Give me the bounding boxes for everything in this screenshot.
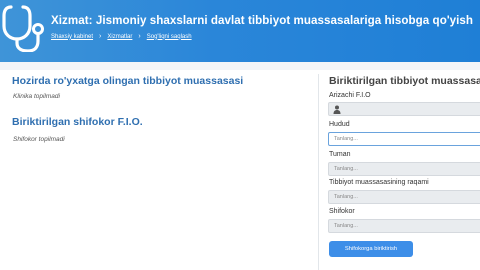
user-icon bbox=[333, 105, 341, 114]
breadcrumb: Shaxsiy kabinet › Xizmatlar › Sog'liqni … bbox=[51, 33, 192, 40]
breadcrumb-item-services[interactable]: Xizmatlar bbox=[107, 34, 132, 40]
breadcrumb-item-health[interactable]: Sog'liqni saqlash bbox=[147, 34, 192, 40]
breadcrumb-item-cabinet[interactable]: Shaxsiy kabinet bbox=[51, 34, 93, 40]
assigned-doctor-heading: Biriktirilgan shifokor F.I.O. bbox=[12, 116, 143, 128]
page-header: Xizmat: Jismoniy shaxslarni davlat tibbi… bbox=[0, 0, 480, 62]
district-label: Tuman bbox=[329, 151, 351, 158]
district-select[interactable]: Tanlang... bbox=[328, 162, 480, 176]
page-title: Xizmat: Jismoniy shaxslarni davlat tibbi… bbox=[51, 14, 474, 27]
applicant-field bbox=[328, 102, 480, 116]
chevron-right-icon: › bbox=[138, 33, 141, 40]
chevron-right-icon: › bbox=[99, 33, 102, 40]
doctor-empty-text: Shifokor topilmadi bbox=[13, 136, 65, 143]
region-label: Hudud bbox=[329, 121, 350, 128]
doctor-select[interactable]: Tanlang... bbox=[328, 219, 480, 233]
doctor-label: Shifokor bbox=[329, 208, 355, 215]
assign-doctor-button[interactable]: Shifokorga biriktirish bbox=[329, 241, 413, 257]
institution-number-select[interactable]: Tanlang... bbox=[328, 190, 480, 204]
region-select[interactable]: Tanlang... bbox=[328, 132, 480, 146]
stethoscope-icon bbox=[2, 5, 44, 52]
current-institution-heading: Hozirda ro'yxatga olingan tibbiyot muass… bbox=[12, 75, 244, 87]
column-divider bbox=[318, 74, 319, 270]
form-heading: Biriktirilgan tibbiyot muassasa bbox=[329, 75, 480, 87]
applicant-label: Arizachi F.I.O bbox=[329, 92, 371, 99]
institution-empty-text: Klinika topilmadi bbox=[13, 93, 60, 100]
institution-number-label: Tibbiyot muassasasining raqami bbox=[329, 179, 429, 186]
